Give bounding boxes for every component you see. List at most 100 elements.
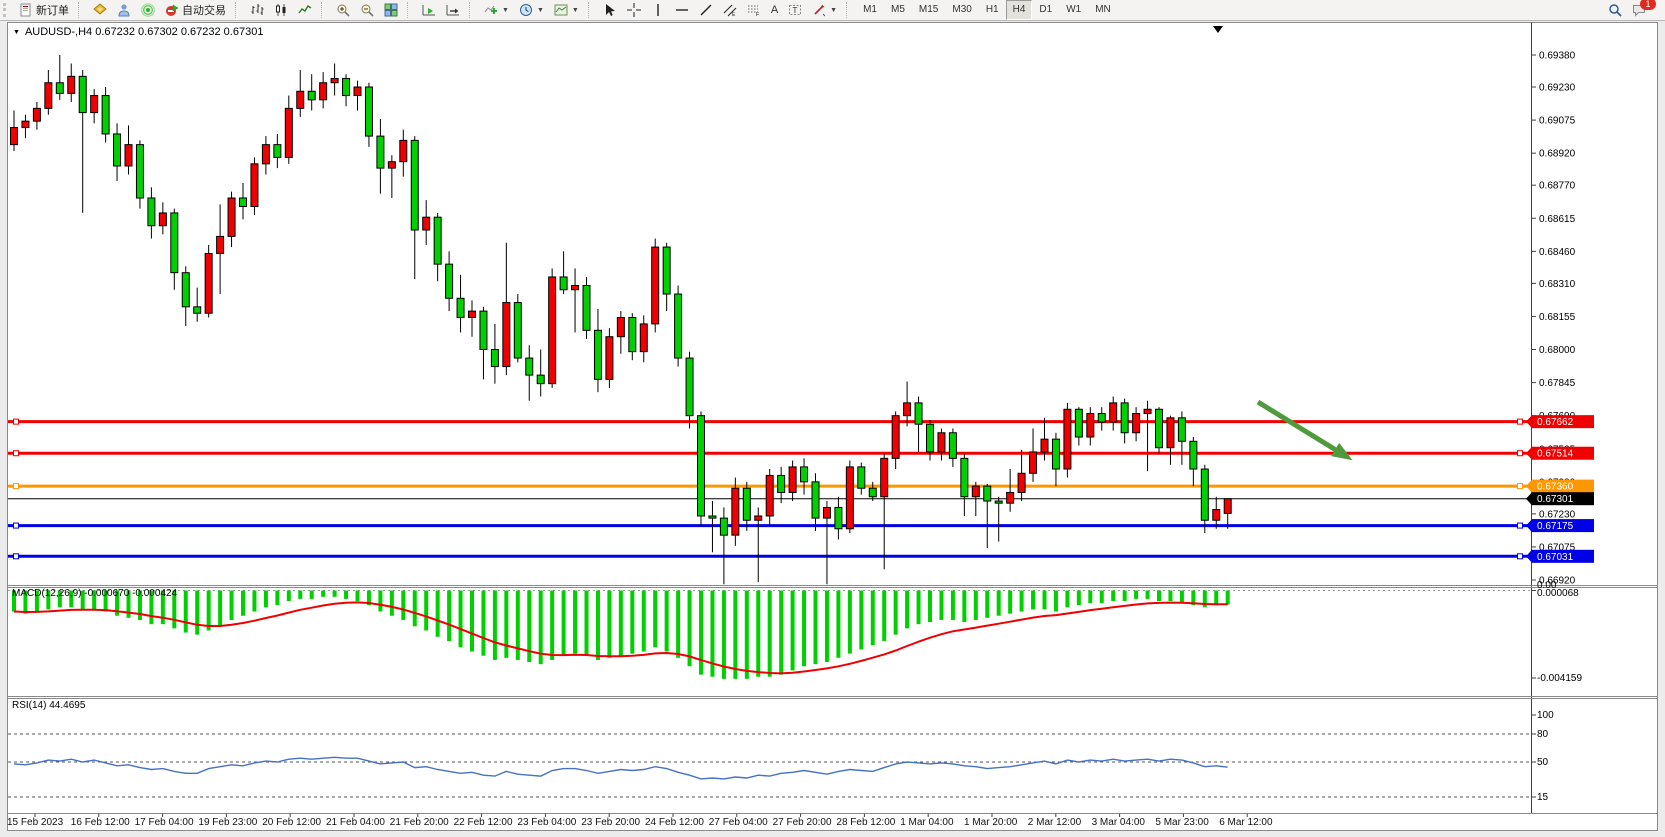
candle-bull bbox=[972, 486, 979, 497]
chart-canvas[interactable]: 0.693800.692300.690750.689200.687700.686… bbox=[0, 0, 1665, 837]
time-tick-label: 27 Feb 20:00 bbox=[773, 817, 832, 828]
macd-histogram-bar bbox=[1134, 591, 1138, 599]
candle-bear bbox=[308, 91, 315, 100]
macd-histogram-bar bbox=[665, 591, 669, 652]
candle-bull bbox=[1224, 499, 1231, 514]
hline-handle[interactable] bbox=[1518, 419, 1523, 424]
candle-bull bbox=[881, 458, 888, 496]
macd-histogram-bar bbox=[241, 591, 245, 616]
macd-histogram-bar bbox=[275, 591, 279, 606]
macd-histogram-bar bbox=[825, 591, 829, 663]
macd-histogram-bar bbox=[504, 591, 508, 658]
time-tick-label: 27 Feb 04:00 bbox=[709, 817, 768, 828]
candle-bear bbox=[927, 424, 934, 452]
candle-bear bbox=[801, 467, 808, 482]
candle-bull bbox=[205, 253, 212, 313]
macd-histogram-bar bbox=[310, 591, 314, 599]
macd-histogram-bar bbox=[424, 591, 428, 631]
hline-handle[interactable] bbox=[14, 523, 19, 528]
price-tick-label: 0.69075 bbox=[1539, 116, 1576, 127]
macd-histogram-bar bbox=[836, 591, 840, 658]
candle-bull bbox=[503, 303, 510, 367]
macd-histogram-bar bbox=[378, 591, 382, 612]
candle-bull bbox=[354, 87, 361, 96]
candle-bull bbox=[1030, 452, 1037, 473]
hline-handle[interactable] bbox=[1518, 484, 1523, 489]
macd-histogram-bar bbox=[413, 591, 417, 627]
candle-bull bbox=[846, 467, 853, 529]
macd-histogram-bar bbox=[951, 591, 955, 620]
hline-handle[interactable] bbox=[14, 419, 19, 424]
macd-axis-max: 0.000068 bbox=[1537, 588, 1579, 599]
hline-handle[interactable] bbox=[14, 451, 19, 456]
candle-bear bbox=[663, 247, 670, 294]
macd-histogram-bar bbox=[573, 591, 577, 654]
candle-bull bbox=[1007, 493, 1014, 504]
candle-bull bbox=[1144, 409, 1151, 413]
candle-bear bbox=[1190, 441, 1197, 469]
price-tag-label: 0.67031 bbox=[1537, 552, 1574, 563]
macd-histogram-bar bbox=[676, 591, 680, 658]
mt4-terminal-window: { "toolbar": { "new_order_label": "新订单",… bbox=[0, 0, 1665, 837]
candle-bull bbox=[297, 91, 304, 108]
hline-handle[interactable] bbox=[14, 484, 19, 489]
price-tag-label: 0.67360 bbox=[1537, 482, 1574, 493]
chart-window-frame bbox=[8, 23, 1658, 831]
macd-histogram-bar bbox=[1111, 591, 1115, 602]
chart-title: AUDUSD-,H4 0.67232 0.67302 0.67232 0.673… bbox=[25, 26, 264, 38]
macd-histogram-bar bbox=[802, 591, 806, 667]
price-tag-label: 0.67514 bbox=[1537, 449, 1574, 460]
time-tick-label: 1 Mar 04:00 bbox=[900, 817, 954, 828]
macd-histogram-bar bbox=[550, 591, 554, 660]
hline-handle[interactable] bbox=[1518, 554, 1523, 559]
candle-bear bbox=[1052, 439, 1059, 469]
price-tick-label: 0.68155 bbox=[1539, 312, 1576, 323]
candle-bull bbox=[159, 213, 166, 226]
candle-bear bbox=[869, 488, 876, 497]
macd-histogram-bar bbox=[848, 591, 852, 654]
macd-histogram-bar bbox=[974, 591, 978, 620]
candle-bull bbox=[423, 217, 430, 230]
candle-bull bbox=[1041, 439, 1048, 452]
macd-histogram-bar bbox=[287, 591, 291, 602]
candle-bear bbox=[1098, 414, 1105, 423]
macd-histogram-bar bbox=[585, 591, 589, 656]
macd-histogram-bar bbox=[997, 591, 1001, 616]
price-tick-label: 0.67230 bbox=[1539, 509, 1576, 520]
macd-histogram-bar bbox=[298, 591, 302, 599]
chart-title-bar[interactable]: ▼ AUDUSD-,H4 0.67232 0.67302 0.67232 0.6… bbox=[13, 26, 263, 38]
hline-handle[interactable] bbox=[1518, 523, 1523, 528]
candle-bull bbox=[125, 145, 132, 166]
macd-histogram-bar bbox=[1043, 591, 1047, 610]
candle-bull bbox=[652, 247, 659, 324]
time-tick-label: 6 Mar 12:00 bbox=[1219, 817, 1273, 828]
candle-bull bbox=[1110, 403, 1117, 422]
candle-bear bbox=[743, 488, 750, 520]
time-tick-label: 15 Feb 2023 bbox=[7, 817, 64, 828]
macd-histogram-bar bbox=[1123, 591, 1127, 602]
candle-bear bbox=[343, 78, 350, 95]
hline-handle[interactable] bbox=[14, 554, 19, 559]
chart-menu-arrow-icon[interactable]: ▼ bbox=[13, 29, 20, 36]
candle-bull bbox=[572, 285, 579, 289]
candle-bear bbox=[686, 358, 693, 416]
time-tick-label: 24 Feb 12:00 bbox=[645, 817, 704, 828]
candle-bull bbox=[11, 128, 18, 145]
macd-histogram-bar bbox=[481, 591, 485, 656]
hline-handle[interactable] bbox=[1518, 451, 1523, 456]
candle-bull bbox=[904, 403, 911, 416]
macd-histogram-bar bbox=[917, 591, 921, 625]
time-tick-label: 2 Mar 12:00 bbox=[1028, 817, 1082, 828]
candle-bull bbox=[1213, 510, 1220, 521]
candle-bear bbox=[434, 217, 441, 264]
candle-bear bbox=[457, 298, 464, 317]
macd-histogram-bar bbox=[459, 591, 463, 648]
candle-bull bbox=[285, 108, 292, 157]
time-tick-label: 17 Feb 04:00 bbox=[135, 817, 194, 828]
rsi-level-label: 100 bbox=[1537, 710, 1554, 721]
candle-bull bbox=[732, 488, 739, 535]
candle-bear bbox=[949, 433, 956, 459]
candle-bear bbox=[56, 83, 63, 94]
candle-bear bbox=[148, 198, 155, 226]
time-tick-label: 20 Feb 12:00 bbox=[262, 817, 321, 828]
